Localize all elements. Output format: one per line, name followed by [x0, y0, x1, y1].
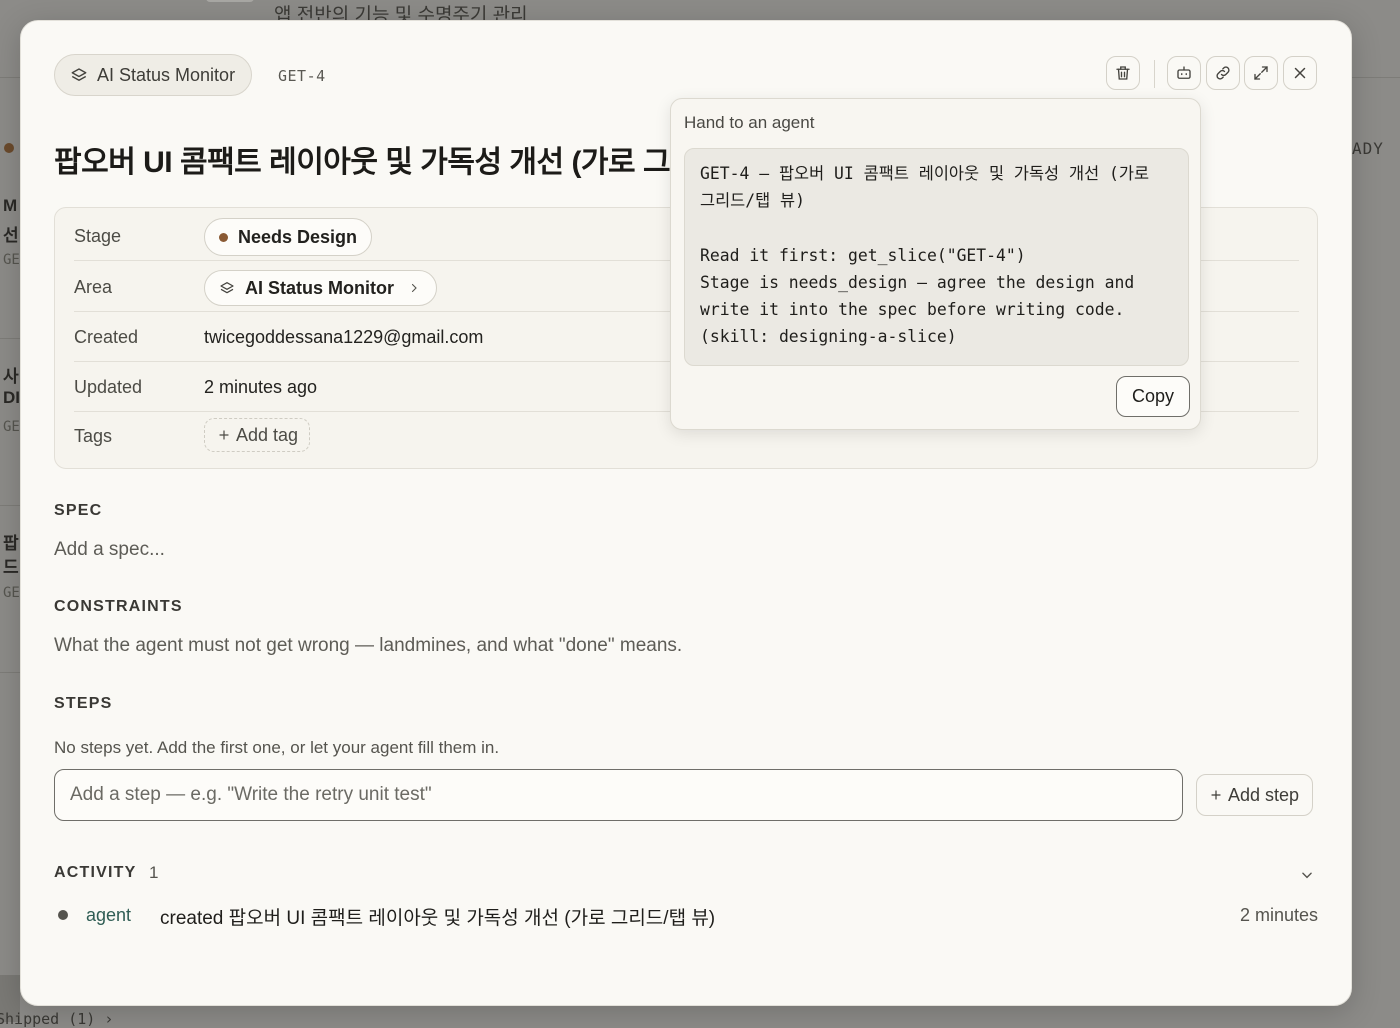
copy-button[interactable]: Copy	[1116, 376, 1191, 417]
constraints-heading: CONSTRAINTS	[54, 598, 183, 615]
steps-empty-hint: No steps yet. Add the first one, or let …	[54, 738, 500, 757]
spec-editor[interactable]: Add a spec...	[54, 539, 165, 561]
layers-icon	[219, 280, 235, 296]
background-divider	[0, 338, 20, 339]
background-divider	[0, 505, 20, 506]
spec-heading: SPEC	[54, 502, 103, 519]
robot-icon	[1175, 64, 1193, 82]
toolbar-divider	[1154, 60, 1155, 88]
constraints-editor[interactable]: What the agent must not get wrong — land…	[54, 635, 682, 657]
layers-icon	[70, 66, 88, 84]
stage-value: Needs Design	[238, 226, 358, 247]
plus-icon	[1210, 789, 1222, 801]
activity-count: 1	[149, 863, 159, 882]
activity-heading: ACTIVITY	[54, 864, 137, 881]
created-value: twicegoddessana1229@gmail.com	[204, 327, 484, 347]
background-card-title: 선	[3, 226, 19, 245]
add-step-label: Add step	[1228, 784, 1300, 805]
popover-title: Hand to an agent	[684, 113, 815, 132]
activity-text: created 팝오버 UI 콤팩트 레이아웃 및 가독성 개선 (가로 그리드…	[160, 908, 716, 929]
activity-dot	[58, 910, 68, 920]
activity-time: 2 minutes	[1239, 905, 1318, 925]
stage-status-dot	[219, 232, 228, 242]
link-icon	[1214, 64, 1232, 82]
stage-label: Stage	[74, 226, 122, 246]
area-chip[interactable]: AI Status Monitor	[54, 54, 253, 96]
hand-to-agent-button[interactable]	[1167, 56, 1201, 90]
slice-id: GET-4	[278, 67, 326, 85]
chevron-right-icon	[408, 282, 420, 294]
steps-heading: STEPS	[54, 695, 113, 712]
background-card-title: 사	[3, 367, 19, 386]
background-divider	[0, 672, 20, 673]
add-step-input[interactable]	[54, 769, 1183, 821]
area-chip-label: AI Status Monitor	[97, 64, 236, 85]
background-status-dot	[4, 143, 14, 153]
chevron-down-icon	[1300, 868, 1314, 882]
area-value: AI Status Monitor	[245, 277, 394, 298]
background-card-id: GE	[3, 585, 20, 601]
updated-label: Updated	[74, 377, 143, 397]
close-button[interactable]	[1283, 56, 1317, 90]
area-label: Area	[74, 277, 113, 297]
add-tag-button[interactable]: Add tag	[204, 418, 311, 452]
agent-prompt-code: GET-4 — 팝오버 UI 콤팩트 레이아웃 및 가독성 개선 (가로 그리드…	[684, 148, 1189, 366]
updated-value: 2 minutes ago	[204, 377, 318, 397]
area-selector[interactable]: AI Status Monitor	[204, 270, 437, 306]
background-footer-column: Shipped (1) ›	[0, 1010, 114, 1028]
plus-icon	[218, 429, 230, 441]
background-column-status: ADY	[1352, 139, 1384, 158]
trash-icon	[1114, 64, 1132, 82]
slice-detail-modal: AI Status Monitor GET-4 팝오버 UI 콤팩트 레이아웃 …	[20, 20, 1352, 1006]
activity-actor-link[interactable]: agent	[86, 905, 131, 926]
copy-link-button[interactable]	[1206, 56, 1240, 90]
stage-selector[interactable]: Needs Design	[204, 218, 373, 256]
background-card-title: 팝	[3, 534, 19, 553]
background-card-id: GE	[3, 252, 20, 268]
activity-toggle[interactable]	[1296, 864, 1318, 886]
delete-button[interactable]	[1106, 56, 1140, 90]
background-header-chip	[206, 0, 254, 2]
background-card-title: DI	[3, 388, 20, 407]
hand-to-agent-popover: Hand to an agent GET-4 — 팝오버 UI 콤팩트 레이아웃…	[670, 98, 1201, 430]
tags-label: Tags	[74, 426, 113, 446]
add-step-button[interactable]: Add step	[1196, 774, 1314, 816]
expand-icon	[1252, 64, 1270, 82]
add-tag-label: Add tag	[236, 424, 299, 445]
background-card-title: 드	[3, 558, 19, 577]
background-card-title: M	[3, 196, 18, 215]
background-card-id: GE	[3, 419, 20, 435]
created-label: Created	[74, 327, 139, 347]
close-icon	[1291, 64, 1309, 82]
expand-button[interactable]	[1244, 56, 1278, 90]
